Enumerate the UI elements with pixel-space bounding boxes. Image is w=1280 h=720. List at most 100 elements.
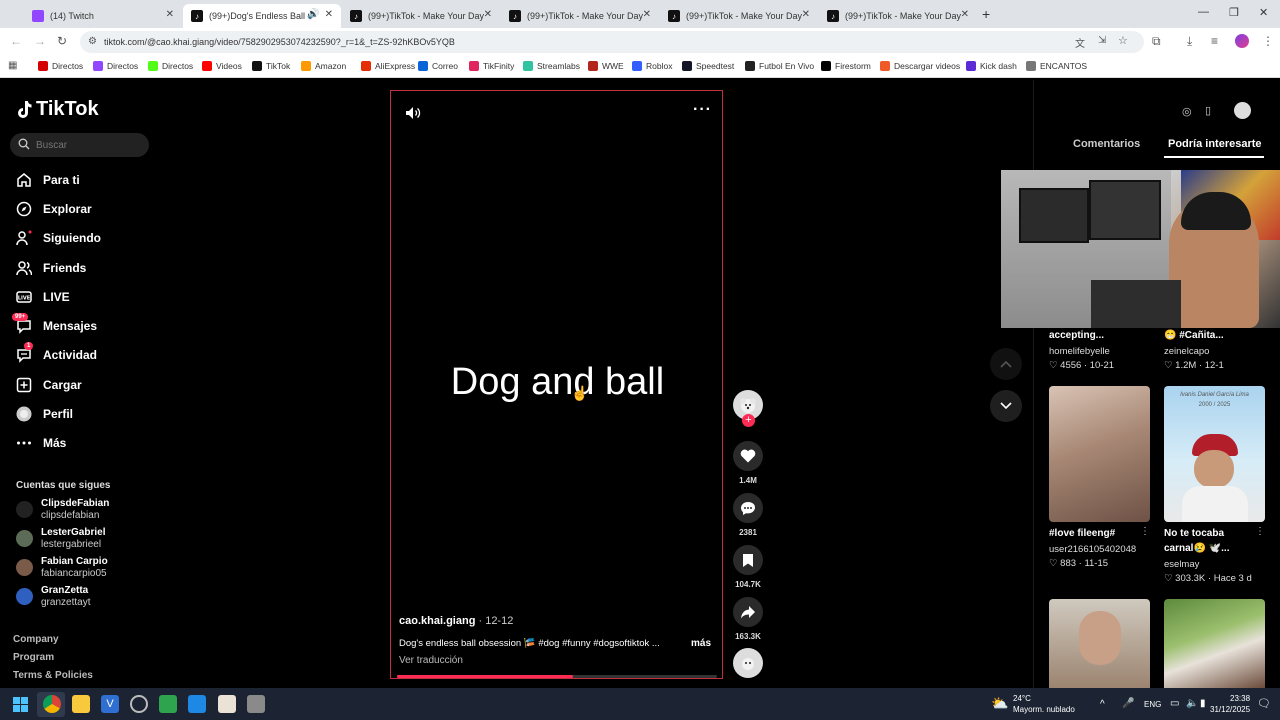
sidebar-item-live[interactable]: LIVE LIVE	[16, 289, 70, 305]
close-tab-icon[interactable]: ✕	[166, 9, 174, 20]
close-window-icon[interactable]: ✕	[1259, 6, 1268, 19]
sidebar-item-activity[interactable]: 1 Actividad	[16, 342, 97, 363]
bookmark-item[interactable]: Firestorm	[821, 61, 871, 71]
reload-icon[interactable]: ↻	[57, 34, 67, 48]
card-user[interactable]: eselmay	[1164, 559, 1199, 570]
new-tab-icon[interactable]: +	[982, 6, 990, 22]
url-field[interactable]: ⚙ tiktok.com/@cao.khai.giang/video/75829…	[80, 31, 1144, 53]
card-options-icon[interactable]: ⋮	[1140, 526, 1150, 537]
sidebar-item-friends[interactable]: Friends	[16, 260, 86, 276]
vegas-icon[interactable]: V	[101, 695, 119, 713]
tab-tiktok-1[interactable]: ♪ (99+)TikTok - Make Your Day ✕	[342, 4, 500, 28]
video-author[interactable]: cao.khai.giang	[399, 615, 475, 627]
sidebar-item-following[interactable]: Siguiendo	[16, 230, 101, 246]
clock-date[interactable]: 31/12/2025	[1210, 705, 1250, 714]
app-icon[interactable]	[247, 695, 265, 713]
close-tab-icon[interactable]: ✕	[643, 9, 651, 20]
apps-icon[interactable]: ▦	[8, 60, 17, 71]
menu-icon[interactable]: ⋮	[1262, 34, 1274, 48]
sidebar-item-compass[interactable]: Explorar	[16, 201, 92, 217]
notification-icon[interactable]: 🗨	[1257, 697, 1271, 710]
bookmark-item[interactable]: TikFinity	[469, 61, 514, 71]
minimize-icon[interactable]: —	[1198, 6, 1209, 18]
bookmark-item[interactable]: ENCANTOS	[1026, 61, 1087, 71]
sidebar-item-more[interactable]: Más	[16, 435, 66, 451]
video-card[interactable]	[1049, 386, 1150, 522]
site-info-icon[interactable]: ⚙	[88, 36, 97, 47]
close-tab-icon[interactable]: ✕	[961, 9, 969, 20]
tab-recommendations[interactable]: Podría interesarte	[1168, 138, 1262, 150]
chrome-icon[interactable]	[43, 695, 61, 713]
app-icon[interactable]	[188, 695, 206, 713]
previous-video-button[interactable]	[990, 348, 1022, 380]
app-icon[interactable]	[159, 695, 177, 713]
footer-company-link[interactable]: Company	[13, 634, 59, 645]
obs-icon[interactable]	[130, 695, 148, 713]
close-tab-icon[interactable]: ✕	[484, 9, 492, 20]
tiktok-logo[interactable]: TikTok	[16, 98, 99, 121]
volume-icon[interactable]	[405, 106, 421, 120]
clock-time[interactable]: 23:38	[1230, 694, 1250, 703]
sidebar-item-home[interactable]: Para ti	[16, 172, 80, 188]
card-title[interactable]: accepting...	[1049, 330, 1104, 341]
translate-icon[interactable]: 文	[1075, 35, 1085, 50]
card-title-line2[interactable]: carnal😢 🕊️...	[1164, 543, 1229, 554]
more-options-icon[interactable]: ···	[693, 101, 712, 119]
tab-twitch[interactable]: (14) Twitch ✕	[24, 4, 182, 28]
close-tab-icon[interactable]: ✕	[325, 9, 333, 20]
tab-comments[interactable]: Comentarios	[1073, 138, 1140, 150]
compass-small-icon[interactable]: ◎	[1182, 105, 1192, 118]
next-video-button[interactable]	[990, 390, 1022, 422]
media-icon[interactable]: ≡	[1211, 34, 1218, 48]
tab-active-video[interactable]: ♪ (99+)Dog's Endless Ball Ob 🔊 ✕	[183, 4, 341, 28]
tab-tiktok-4[interactable]: ♪ (99+)TikTok - Make Your Day ✕	[819, 4, 977, 28]
language-indicator[interactable]: ENG	[1144, 700, 1161, 709]
tray-chevron-icon[interactable]: ^	[1100, 699, 1105, 710]
file-explorer-icon[interactable]	[72, 695, 90, 713]
close-tab-icon[interactable]: ✕	[802, 9, 810, 20]
card-user[interactable]: user2166105402048	[1049, 544, 1136, 555]
bookmark-item[interactable]: WWE	[588, 61, 624, 71]
save-button[interactable]: 104.7K	[733, 545, 763, 589]
extensions-icon[interactable]: ⧉	[1152, 34, 1161, 49]
video-progress-bar[interactable]	[397, 675, 717, 678]
translate-link[interactable]: Ver traducción	[399, 655, 463, 666]
card-title[interactable]: No te tocaba	[1164, 528, 1224, 539]
network-icon[interactable]: ▭	[1170, 698, 1179, 709]
sidebar-item-profile[interactable]: Perfil	[16, 406, 73, 422]
video-card[interactable]: Ivanis Daniel García Lima 2000 / 2025	[1164, 386, 1265, 522]
star-icon[interactable]: ☆	[1118, 34, 1128, 47]
video-card[interactable]	[1164, 599, 1265, 688]
author-avatar[interactable]: +	[733, 390, 763, 427]
bookmark-item[interactable]: Correo	[418, 61, 458, 71]
volume-tray-icon[interactable]: 🔈	[1186, 698, 1198, 709]
search-box[interactable]	[10, 133, 149, 157]
bookmark-item[interactable]: Directos	[93, 61, 138, 71]
comment-button[interactable]: 2381	[733, 493, 763, 537]
footer-program-link[interactable]: Program	[13, 652, 54, 663]
profile-avatar-icon[interactable]	[1235, 34, 1249, 48]
card-title[interactable]: 😁 #Cañita...	[1164, 330, 1224, 341]
bookmark-item[interactable]: Futbol En Vivo	[745, 61, 814, 71]
tab-tiktok-2[interactable]: ♪ (99+)TikTok - Make Your Day ✕	[501, 4, 659, 28]
device-icon[interactable]: ▯	[1205, 104, 1211, 117]
install-icon[interactable]: ⇲	[1098, 35, 1106, 46]
bookmark-item[interactable]: Directos	[148, 61, 193, 71]
video-card[interactable]	[1049, 599, 1150, 688]
sidebar-item-upload[interactable]: Cargar	[16, 377, 82, 393]
like-button[interactable]: 1.4M	[733, 441, 763, 485]
app-icon[interactable]	[218, 695, 236, 713]
download-icon[interactable]: ⤓	[1187, 34, 1192, 49]
bookmark-item[interactable]: Videos	[202, 61, 242, 71]
battery-icon[interactable]: ▮	[1200, 698, 1206, 709]
card-user[interactable]: homelifebyelle	[1049, 346, 1110, 357]
windows-start-icon[interactable]	[13, 697, 28, 712]
restore-icon[interactable]: ❐	[1229, 6, 1239, 19]
tab-tiktok-3[interactable]: ♪ (99+)TikTok - Make Your Day ✕	[660, 4, 818, 28]
bookmark-item[interactable]: Roblox	[632, 61, 672, 71]
card-options-icon[interactable]: ⋮	[1255, 526, 1265, 537]
description-more-button[interactable]: más	[691, 638, 711, 649]
bookmark-item[interactable]: Directos	[38, 61, 83, 71]
bookmark-item[interactable]: Descargar videos	[880, 61, 960, 71]
bookmark-item[interactable]: Amazon	[301, 61, 346, 71]
